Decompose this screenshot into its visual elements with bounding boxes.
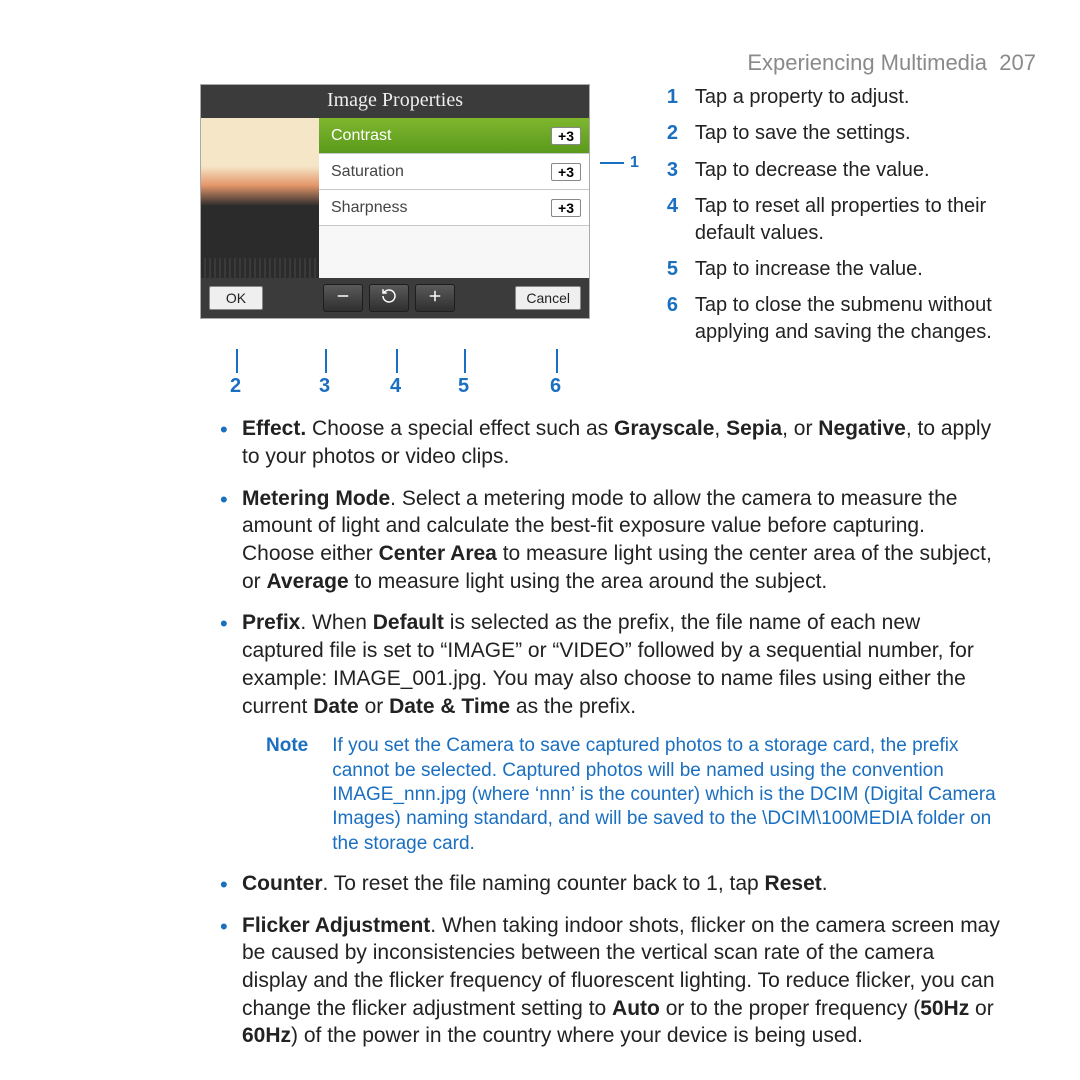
property-row-saturation[interactable]: Saturation +3: [319, 154, 589, 190]
page-header: Experiencing Multimedia 207: [40, 50, 1040, 76]
legend-num: 4: [667, 193, 681, 246]
callout-number: 6: [550, 375, 561, 398]
note-block: Note If you set the Camera to save captu…: [266, 734, 1000, 856]
property-value: +3: [551, 199, 581, 217]
legend-text: Tap to reset all properties to their def…: [695, 193, 1040, 246]
legend-text: Tap to decrease the value.: [695, 157, 930, 183]
preview-thumbnail: [201, 118, 319, 278]
feature-bullets: Effect. Choose a special effect such as …: [220, 415, 1000, 720]
property-row-empty: [319, 226, 589, 278]
property-value: +3: [551, 127, 581, 145]
minus-icon: [334, 287, 352, 310]
callout-1: 1: [600, 154, 639, 172]
feature-bullets-2: Counter. To reset the file naming counte…: [220, 870, 1000, 1050]
refresh-icon: [380, 287, 398, 310]
reset-button[interactable]: [369, 284, 409, 312]
callout-number: 1: [630, 154, 639, 172]
property-value: +3: [551, 163, 581, 181]
callout-number: 3: [319, 375, 330, 398]
callout-legend: 1 Tap a property to adjust. 2 Tap to save …: [667, 84, 1040, 355]
legend-num: 6: [667, 292, 681, 345]
callout-number: 2: [230, 375, 241, 398]
legend-num: 2: [667, 120, 681, 146]
plus-button[interactable]: [415, 284, 455, 312]
callout-number: 5: [458, 375, 469, 398]
callout-leader: [600, 162, 624, 164]
legend-text: Tap to save the settings.: [695, 120, 911, 146]
legend-num: 5: [667, 256, 681, 282]
property-label: Saturation: [331, 163, 404, 181]
note-text: If you set the Camera to save captured p…: [332, 734, 1000, 856]
image-properties-panel: Image Properties Contrast +3 Saturation …: [200, 84, 590, 319]
property-row-contrast[interactable]: Contrast +3: [319, 118, 589, 154]
ok-button[interactable]: OK: [209, 286, 263, 310]
bottom-callouts: 2 3 4 5 6: [200, 355, 590, 395]
property-list: Contrast +3 Saturation +3 Sharpness +3: [319, 118, 589, 278]
minus-button[interactable]: [323, 284, 363, 312]
bullet-metering: Metering Mode. Select a metering mode to…: [220, 485, 1000, 596]
page-number: 207: [999, 50, 1036, 75]
legend-num: 3: [667, 157, 681, 183]
property-label: Contrast: [331, 127, 391, 145]
legend-num: 1: [667, 84, 681, 110]
panel-title: Image Properties: [201, 85, 589, 118]
bullet-prefix: Prefix. When Default is selected as the …: [220, 609, 1000, 720]
cancel-button[interactable]: Cancel: [515, 286, 581, 310]
bullet-counter: Counter. To reset the file naming counte…: [220, 870, 1000, 898]
bullet-effect: Effect. Choose a special effect such as …: [220, 415, 1000, 470]
legend-text: Tap a property to adjust.: [695, 84, 910, 110]
property-row-sharpness[interactable]: Sharpness +3: [319, 190, 589, 226]
section-title: Experiencing Multimedia: [747, 50, 987, 75]
plus-icon: [426, 287, 444, 310]
legend-text: Tap to close the submenu without applyin…: [695, 292, 1040, 345]
legend-text: Tap to increase the value.: [695, 256, 923, 282]
callout-number: 4: [390, 375, 401, 398]
note-label: Note: [266, 734, 308, 856]
property-label: Sharpness: [331, 199, 408, 217]
bullet-flicker: Flicker Adjustment. When taking indoor s…: [220, 912, 1000, 1051]
